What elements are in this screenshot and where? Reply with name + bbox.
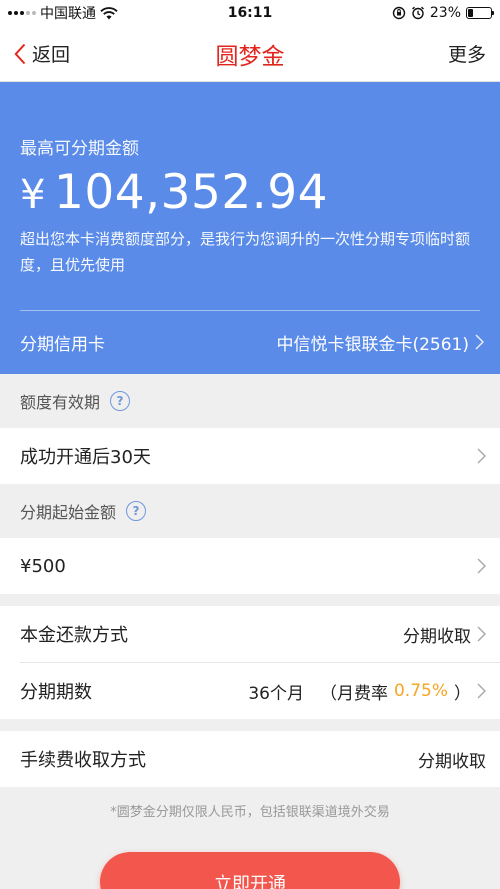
battery-fill xyxy=(468,9,474,17)
fee-method-value: 分期收取 xyxy=(418,751,486,772)
help-icon[interactable]: ? xyxy=(126,501,147,521)
installment-periods-value: 36个月 xyxy=(248,683,304,704)
start-amount-value: ¥500 xyxy=(20,555,66,577)
validity-value: 成功开通后30天 xyxy=(20,447,151,468)
validity-header-label: 额度有效期 xyxy=(20,393,101,412)
footnote: *圆梦金分期仅限人民币，包括银联渠道境外交易 xyxy=(110,805,390,820)
battery-percent: 23% xyxy=(429,5,461,21)
installment-periods-row[interactable]: 分期期数 36个月 （月费率 0.75% ） xyxy=(0,663,500,719)
carrier-label: 中国联通 xyxy=(40,6,96,22)
chevron-right-icon xyxy=(477,683,486,699)
help-icon[interactable]: ? xyxy=(110,391,131,411)
status-left: 中国联通 xyxy=(8,3,118,23)
max-amount-label: 最高可分期金额 xyxy=(20,139,139,159)
currency-symbol: ¥ xyxy=(20,172,46,218)
validity-chevron-wrap xyxy=(477,448,486,464)
validity-header: 额度有效期 ? xyxy=(0,374,500,428)
screen: 中国联通 16:11 23% 返回 圆梦金 更多 最高可分期金额 ¥ 104,3… xyxy=(0,0,500,889)
max-amount: ¥ 104,352.94 xyxy=(20,165,480,220)
chevron-right-icon xyxy=(477,626,486,642)
hero-panel: 最高可分期金额 ¥ 104,352.94 超出您本卡消费额度部分，是我行为您调升… xyxy=(0,82,500,374)
status-right: 23% xyxy=(392,5,494,21)
chevron-right-icon xyxy=(477,448,486,464)
rate-suffix: ） xyxy=(454,683,471,704)
hero-description: 超出您本卡消费额度部分，是我行为您调升的一次性分期专项临时额度，且优先使用 xyxy=(20,230,471,274)
installment-card-value: 中信悦卡银联金卡(2561) xyxy=(276,334,469,355)
alarm-icon xyxy=(411,6,424,20)
installment-periods-label: 分期期数 xyxy=(20,682,92,703)
repayment-group: 本金还款方式 分期收取 分期期数 36个月 （月费率 0.75% ） xyxy=(0,606,500,719)
chevron-right-icon xyxy=(477,558,486,574)
rate-prefix: （月费率 xyxy=(319,683,388,704)
fee-method-value-wrap: 分期收取 xyxy=(418,747,486,772)
monthly-rate: 0.75% xyxy=(393,681,448,701)
installment-periods-value-wrap: 36个月 （月费率 0.75% ） xyxy=(248,679,486,704)
chevron-right-icon xyxy=(475,334,484,350)
section-gap xyxy=(0,719,500,731)
back-button[interactable]: 返回 xyxy=(14,40,70,67)
activate-button[interactable]: 立即开通 xyxy=(100,852,400,889)
repayment-method-row[interactable]: 本金还款方式 分期收取 xyxy=(0,606,500,662)
status-bar: 中国联通 16:11 23% xyxy=(0,0,500,26)
more-button[interactable]: 更多 xyxy=(448,40,486,67)
repayment-method-value-wrap: 分期收取 xyxy=(403,622,486,647)
fee-method-row: 手续费收取方式 分期收取 xyxy=(0,731,500,787)
repayment-method-value: 分期收取 xyxy=(403,626,471,647)
installment-card-value-wrap: 中信悦卡银联金卡(2561) xyxy=(276,330,484,355)
start-amount-header-label: 分期起始金额 xyxy=(20,503,117,522)
installment-card-row[interactable]: 分期信用卡 中信悦卡银联金卡(2561) xyxy=(20,310,484,374)
rotation-lock-icon xyxy=(392,6,406,20)
start-amount-row[interactable]: ¥500 xyxy=(0,538,500,594)
cta-wrap: 立即开通 xyxy=(0,852,500,889)
start-amount-header: 分期起始金额 ? xyxy=(0,484,500,538)
back-label: 返回 xyxy=(32,44,71,66)
chevron-left-icon xyxy=(14,43,26,64)
start-amount-chevron-wrap xyxy=(477,558,486,574)
validity-row[interactable]: 成功开通后30天 xyxy=(0,428,500,484)
signal-icon xyxy=(8,11,36,15)
nav-bar: 返回 圆梦金 更多 xyxy=(0,26,500,82)
fee-method-label: 手续费收取方式 xyxy=(20,750,146,771)
page-title: 圆梦金 xyxy=(215,43,285,70)
battery-icon xyxy=(466,7,494,19)
installment-card-label: 分期信用卡 xyxy=(20,334,105,355)
wifi-icon xyxy=(100,6,118,19)
max-amount-value: 104,352.94 xyxy=(53,165,329,220)
repayment-method-label: 本金还款方式 xyxy=(20,625,128,646)
section-gap xyxy=(0,594,500,606)
